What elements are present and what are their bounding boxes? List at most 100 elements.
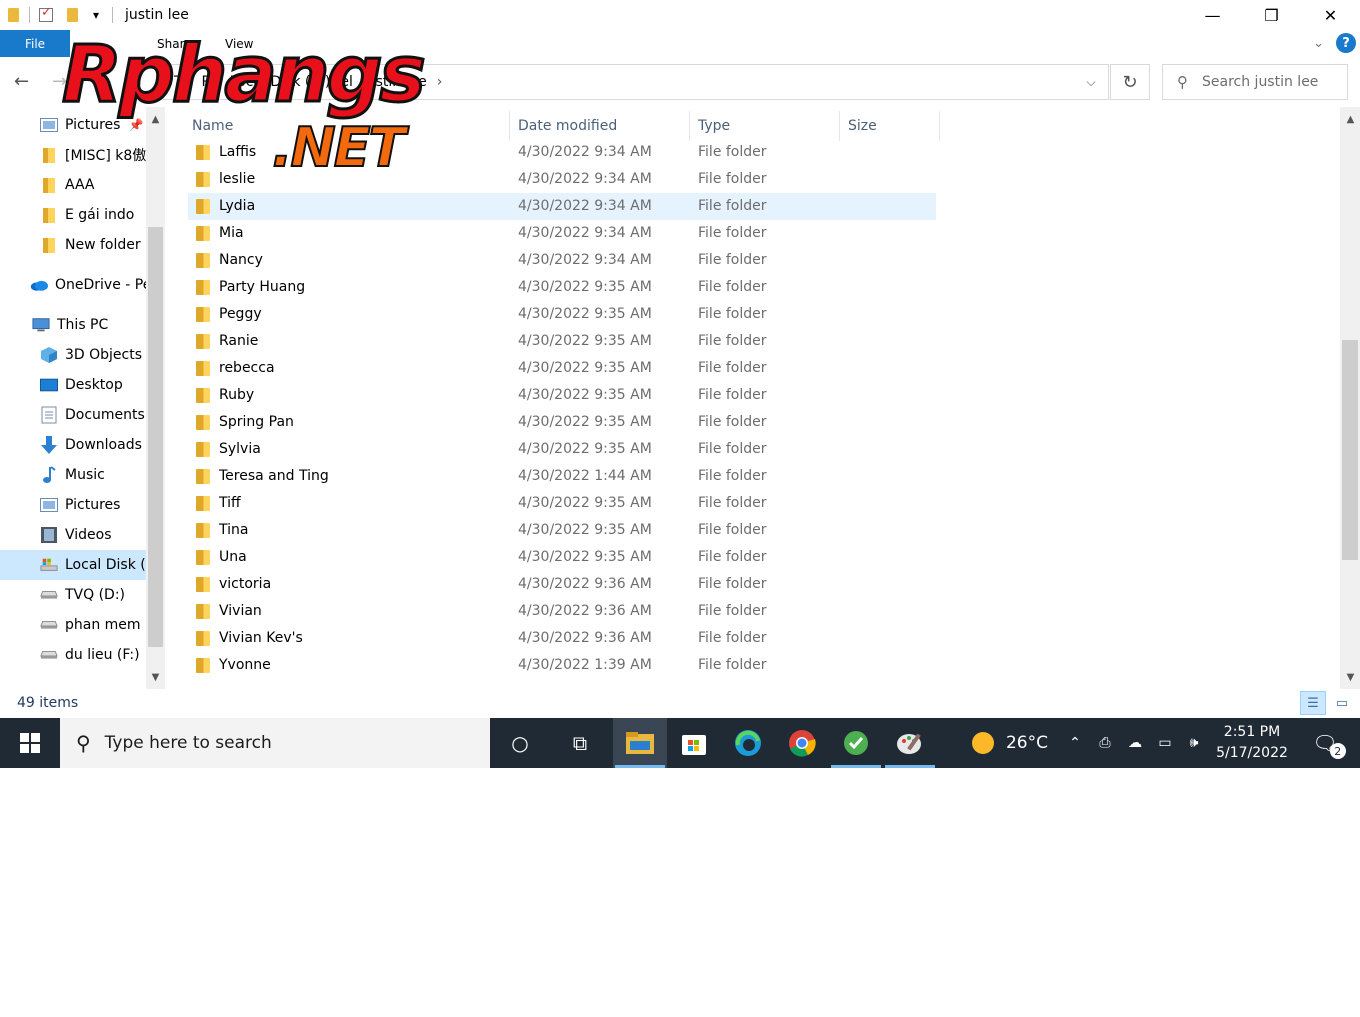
file-row[interactable]: Laffis 4/30/2022 9:34 AM File folder bbox=[188, 139, 936, 166]
file-row[interactable]: Tiff 4/30/2022 9:35 AM File folder bbox=[188, 490, 936, 517]
minimize-button[interactable]: — bbox=[1183, 0, 1242, 30]
file-row[interactable]: Party Huang 4/30/2022 9:35 AM File folder bbox=[188, 274, 936, 301]
back-arrow-icon[interactable]: ← bbox=[14, 71, 29, 92]
file-row[interactable]: Lydia 4/30/2022 9:34 AM File folder bbox=[188, 193, 936, 220]
edge-browser-icon[interactable] bbox=[721, 718, 775, 768]
file-row[interactable]: Nancy 4/30/2022 9:34 AM File folder bbox=[188, 247, 936, 274]
details-view-icon[interactable]: ☰ bbox=[1300, 691, 1326, 715]
close-button[interactable]: ✕ bbox=[1301, 0, 1360, 30]
column-divider[interactable] bbox=[939, 111, 940, 141]
file-explorer-taskbar-icon[interactable] bbox=[613, 718, 667, 768]
help-icon[interactable]: ? bbox=[1336, 33, 1356, 53]
nav-item[interactable]: du lieu (F:) bbox=[0, 640, 146, 670]
scroll-up-icon[interactable]: ▲ bbox=[146, 111, 165, 127]
cortana-icon[interactable]: ○ bbox=[493, 718, 547, 768]
nav-item[interactable]: phan mem ( bbox=[0, 610, 146, 640]
show-hidden-icons-chevron-icon[interactable]: ⌃ bbox=[1062, 718, 1088, 768]
breadcrumb-chevron-icon[interactable]: › bbox=[437, 74, 443, 90]
nav-item[interactable]: Local Disk (C bbox=[0, 550, 146, 580]
file-row[interactable]: rebecca 4/30/2022 9:35 AM File folder bbox=[188, 355, 936, 382]
file-tab[interactable]: File bbox=[0, 30, 70, 57]
file-row[interactable]: Spring Pan 4/30/2022 9:35 AM File folder bbox=[188, 409, 936, 436]
file-row[interactable]: Peggy 4/30/2022 9:35 AM File folder bbox=[188, 301, 936, 328]
file-date: 4/30/2022 9:34 AM bbox=[518, 225, 652, 241]
nav-item[interactable]: AAA bbox=[0, 170, 146, 200]
column-header-size[interactable]: Size bbox=[842, 111, 877, 141]
column-header-date[interactable]: Date modified bbox=[512, 111, 617, 141]
nav-item[interactable]: Downloads bbox=[0, 430, 146, 460]
chrome-browser-icon[interactable] bbox=[775, 718, 829, 768]
weather-sun-icon[interactable] bbox=[966, 718, 1000, 768]
breadcrumb-local-disk[interactable]: Local Disk (C:) bbox=[230, 74, 331, 90]
file-row[interactable]: victoria 4/30/2022 9:36 AM File folder bbox=[188, 571, 936, 598]
breadcrumb-justin-lee[interactable]: justin lee bbox=[363, 74, 427, 90]
breadcrumb-this-pc-prefix[interactable]: Th bbox=[174, 74, 191, 90]
nav-item[interactable]: Documents bbox=[0, 400, 146, 430]
start-button[interactable] bbox=[0, 718, 60, 768]
file-date: 4/30/2022 9:34 AM bbox=[518, 171, 652, 187]
nav-item[interactable]: Pictures 📌 bbox=[0, 110, 146, 140]
nav-item[interactable]: Music bbox=[0, 460, 146, 490]
file-row[interactable]: Una 4/30/2022 9:35 AM File folder bbox=[188, 544, 936, 571]
forward-arrow-icon[interactable]: → bbox=[52, 71, 67, 92]
column-header-type[interactable]: Type bbox=[692, 111, 730, 141]
network-icon[interactable]: ▭ bbox=[1152, 718, 1178, 768]
nav-item[interactable]: Desktop bbox=[0, 370, 146, 400]
column-divider[interactable] bbox=[509, 111, 510, 141]
address-dropdown-icon[interactable]: ⌵ bbox=[1072, 64, 1110, 100]
nav-scroll-thumb[interactable] bbox=[148, 227, 163, 647]
tab-view[interactable]: View bbox=[225, 30, 253, 57]
breadcrumb-folder[interactable]: el bbox=[340, 74, 353, 90]
properties-icon[interactable] bbox=[36, 5, 56, 25]
file-row[interactable]: Tina 4/30/2022 9:35 AM File folder bbox=[188, 517, 936, 544]
nav-item[interactable]: TVQ (D:) bbox=[0, 580, 146, 610]
weather-temperature[interactable]: 26°C bbox=[1002, 718, 1052, 768]
file-row[interactable]: Vivian Kev's 4/30/2022 9:36 AM File folder bbox=[188, 625, 936, 652]
file-row[interactable]: Vivian 4/30/2022 9:36 AM File folder bbox=[188, 598, 936, 625]
paint-app-icon[interactable] bbox=[883, 718, 937, 768]
file-row[interactable]: Mia 4/30/2022 9:34 AM File folder bbox=[188, 220, 936, 247]
volume-icon[interactable]: 🕪 bbox=[1180, 718, 1208, 768]
file-row[interactable]: Yvonne 4/30/2022 1:39 AM File folder bbox=[188, 652, 936, 679]
notification-center-icon[interactable]: 🗨 2 bbox=[1300, 718, 1350, 768]
file-row[interactable]: Teresa and Ting 4/30/2022 1:44 AM File fol… bbox=[188, 463, 936, 490]
customize-toolbar-dropdown-icon[interactable]: ▾ bbox=[86, 5, 106, 25]
app-green-icon[interactable] bbox=[829, 718, 883, 768]
address-bar[interactable]: Th PC Local Disk (C:) el justin lee › bbox=[163, 64, 1109, 100]
file-row[interactable]: leslie 4/30/2022 9:34 AM File folder bbox=[188, 166, 936, 193]
file-list-scrollbar[interactable]: ▲ ▼ bbox=[1340, 107, 1360, 689]
nav-item[interactable]: E gái indo bbox=[0, 200, 146, 230]
scroll-down-icon[interactable]: ▼ bbox=[1341, 669, 1360, 685]
nav-item[interactable]: 3D Objects bbox=[0, 340, 146, 370]
system-clock[interactable]: 2:51 PM 5/17/2022 bbox=[1210, 722, 1294, 764]
onedrive-cloud-icon[interactable]: ☁ bbox=[1120, 718, 1150, 768]
nav-item[interactable]: OneDrive - Pe bbox=[0, 270, 146, 300]
task-view-icon[interactable]: ⧉ bbox=[553, 718, 607, 768]
column-divider[interactable] bbox=[839, 111, 840, 141]
meet-now-icon[interactable]: ⎙ bbox=[1092, 718, 1118, 768]
maximize-button[interactable]: ❐ bbox=[1242, 0, 1301, 30]
tab-share[interactable]: Share bbox=[157, 30, 192, 57]
nav-item[interactable]: This PC bbox=[0, 310, 146, 340]
file-row[interactable]: Ranie 4/30/2022 9:35 AM File folder bbox=[188, 328, 936, 355]
refresh-icon[interactable]: ↻ bbox=[1110, 64, 1150, 100]
nav-item[interactable]: Pictures bbox=[0, 490, 146, 520]
expand-ribbon-icon[interactable]: ⌄ bbox=[1313, 36, 1324, 51]
nav-item[interactable]: Videos bbox=[0, 520, 146, 550]
file-row[interactable]: Sylvia 4/30/2022 9:35 AM File folder bbox=[188, 436, 936, 463]
nav-item[interactable]: New folder bbox=[0, 230, 146, 260]
file-scroll-thumb[interactable] bbox=[1342, 340, 1358, 560]
new-folder-icon[interactable] bbox=[62, 5, 82, 25]
nav-item[interactable]: [MISC] k8傲 bbox=[0, 140, 146, 170]
taskbar-search-input[interactable]: ⚲ Type here to search bbox=[60, 718, 490, 768]
breadcrumb-this-pc[interactable]: PC bbox=[201, 74, 219, 90]
search-input[interactable]: ⚲ Search justin lee bbox=[1162, 64, 1348, 100]
nav-scrollbar[interactable]: ▲ ▼ bbox=[146, 107, 165, 689]
scroll-up-icon[interactable]: ▲ bbox=[1341, 111, 1360, 127]
microsoft-store-icon[interactable] bbox=[667, 718, 721, 768]
large-icons-view-icon[interactable]: ▭ bbox=[1329, 691, 1355, 715]
column-divider[interactable] bbox=[689, 111, 690, 141]
file-row[interactable]: Ruby 4/30/2022 9:35 AM File folder bbox=[188, 382, 936, 409]
scroll-down-icon[interactable]: ▼ bbox=[146, 669, 165, 685]
column-header-name[interactable]: Name bbox=[186, 111, 233, 141]
